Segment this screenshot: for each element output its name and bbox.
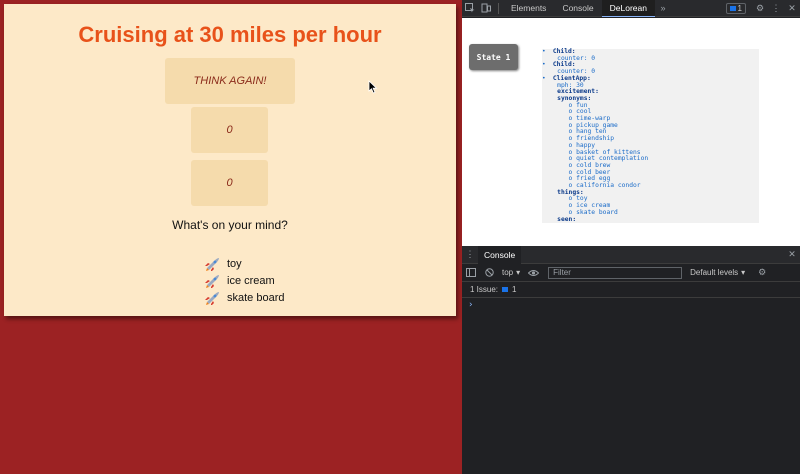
rocket-icon [205, 257, 219, 271]
delorean-panel: State 1 • Child: counter: 0 • Child: cou… [462, 18, 800, 246]
filter-input[interactable] [548, 266, 683, 279]
tab-delorean[interactable]: DeLorean [601, 0, 655, 17]
state-tree: • Child: counter: 0 • Child: counter: 0 … [542, 48, 759, 224]
list-item: ice cream [204, 272, 284, 289]
things-list: toy ice cream skate board [204, 255, 284, 306]
console-toolbar: top ▾ Default levels ▾ ⚙ [462, 264, 800, 282]
issues-badge[interactable]: 1 [725, 2, 746, 14]
thing-label: skate board [227, 291, 285, 304]
chevron-down-icon: ▾ [741, 268, 746, 277]
rocket-icon [205, 291, 219, 305]
list-item: skate board [204, 289, 284, 306]
console-settings-icon[interactable]: ⚙ [753, 264, 771, 282]
context-label: top [502, 268, 514, 277]
close-icon[interactable]: ✕ [784, 0, 800, 17]
tab-console-drawer[interactable]: Console [478, 245, 522, 264]
drawer-menu-icon[interactable]: ⋮ [462, 246, 478, 263]
device-toolbar-icon[interactable] [478, 0, 494, 17]
tree-list-item: california condor [576, 182, 641, 190]
page-title: Cruising at 30 miles per hour [78, 22, 382, 47]
console-drawer-header: ⋮ Console ✕ [462, 245, 800, 264]
message-icon [502, 287, 509, 292]
thing-label: ice cream [227, 274, 275, 287]
mouse-cursor-icon [368, 80, 378, 94]
log-levels-label: Default levels [690, 268, 739, 277]
more-tabs-icon[interactable]: » [655, 0, 671, 17]
sidebar-toggle-icon[interactable] [462, 264, 480, 282]
state-button[interactable]: State 1 [469, 44, 518, 70]
context-select[interactable]: top ▾ [498, 268, 524, 277]
issues-count: 1 [512, 285, 517, 294]
kebab-menu-icon[interactable]: ⋮ [768, 0, 784, 17]
rocket-icon [205, 274, 219, 288]
divider [498, 2, 499, 14]
tree-list-item: skate board [576, 208, 618, 216]
thing-label: toy [227, 257, 242, 270]
issues-count: 1 [737, 3, 742, 13]
inspect-element-icon[interactable] [462, 0, 478, 17]
eye-icon[interactable] [524, 264, 542, 282]
child-counter-2[interactable]: 0 [191, 160, 268, 206]
issues-text: 1 Issue: [470, 285, 499, 294]
tab-console[interactable]: Console [554, 0, 601, 17]
child-counter-1[interactable]: 0 [191, 107, 268, 153]
devtools: Elements Console DeLorean » 1 ⚙ ⋮ ✕ Stat… [462, 0, 800, 474]
settings-gear-icon[interactable]: ⚙ [752, 0, 768, 17]
tab-elements[interactable]: Elements [503, 0, 554, 17]
tree-key: seen: [557, 215, 577, 223]
log-levels-dropdown[interactable]: Default levels ▾ [682, 268, 753, 277]
list-item: toy [204, 255, 284, 272]
close-drawer-icon[interactable]: ✕ [784, 246, 800, 263]
message-icon [729, 5, 736, 11]
clear-console-icon[interactable] [480, 264, 498, 282]
mind-prompt: What's on your mind? [172, 218, 288, 232]
think-again-button[interactable]: THINK AGAIN! [165, 58, 295, 104]
issues-row[interactable]: 1 Issue: 1 [462, 282, 800, 298]
console-prompt[interactable]: › [468, 300, 473, 310]
chevron-down-icon: ▾ [516, 268, 521, 277]
devtools-toolbar: Elements Console DeLorean » 1 ⚙ ⋮ ✕ [462, 0, 800, 17]
app-panel: Cruising at 30 miles per hour THINK AGAI… [4, 4, 456, 316]
